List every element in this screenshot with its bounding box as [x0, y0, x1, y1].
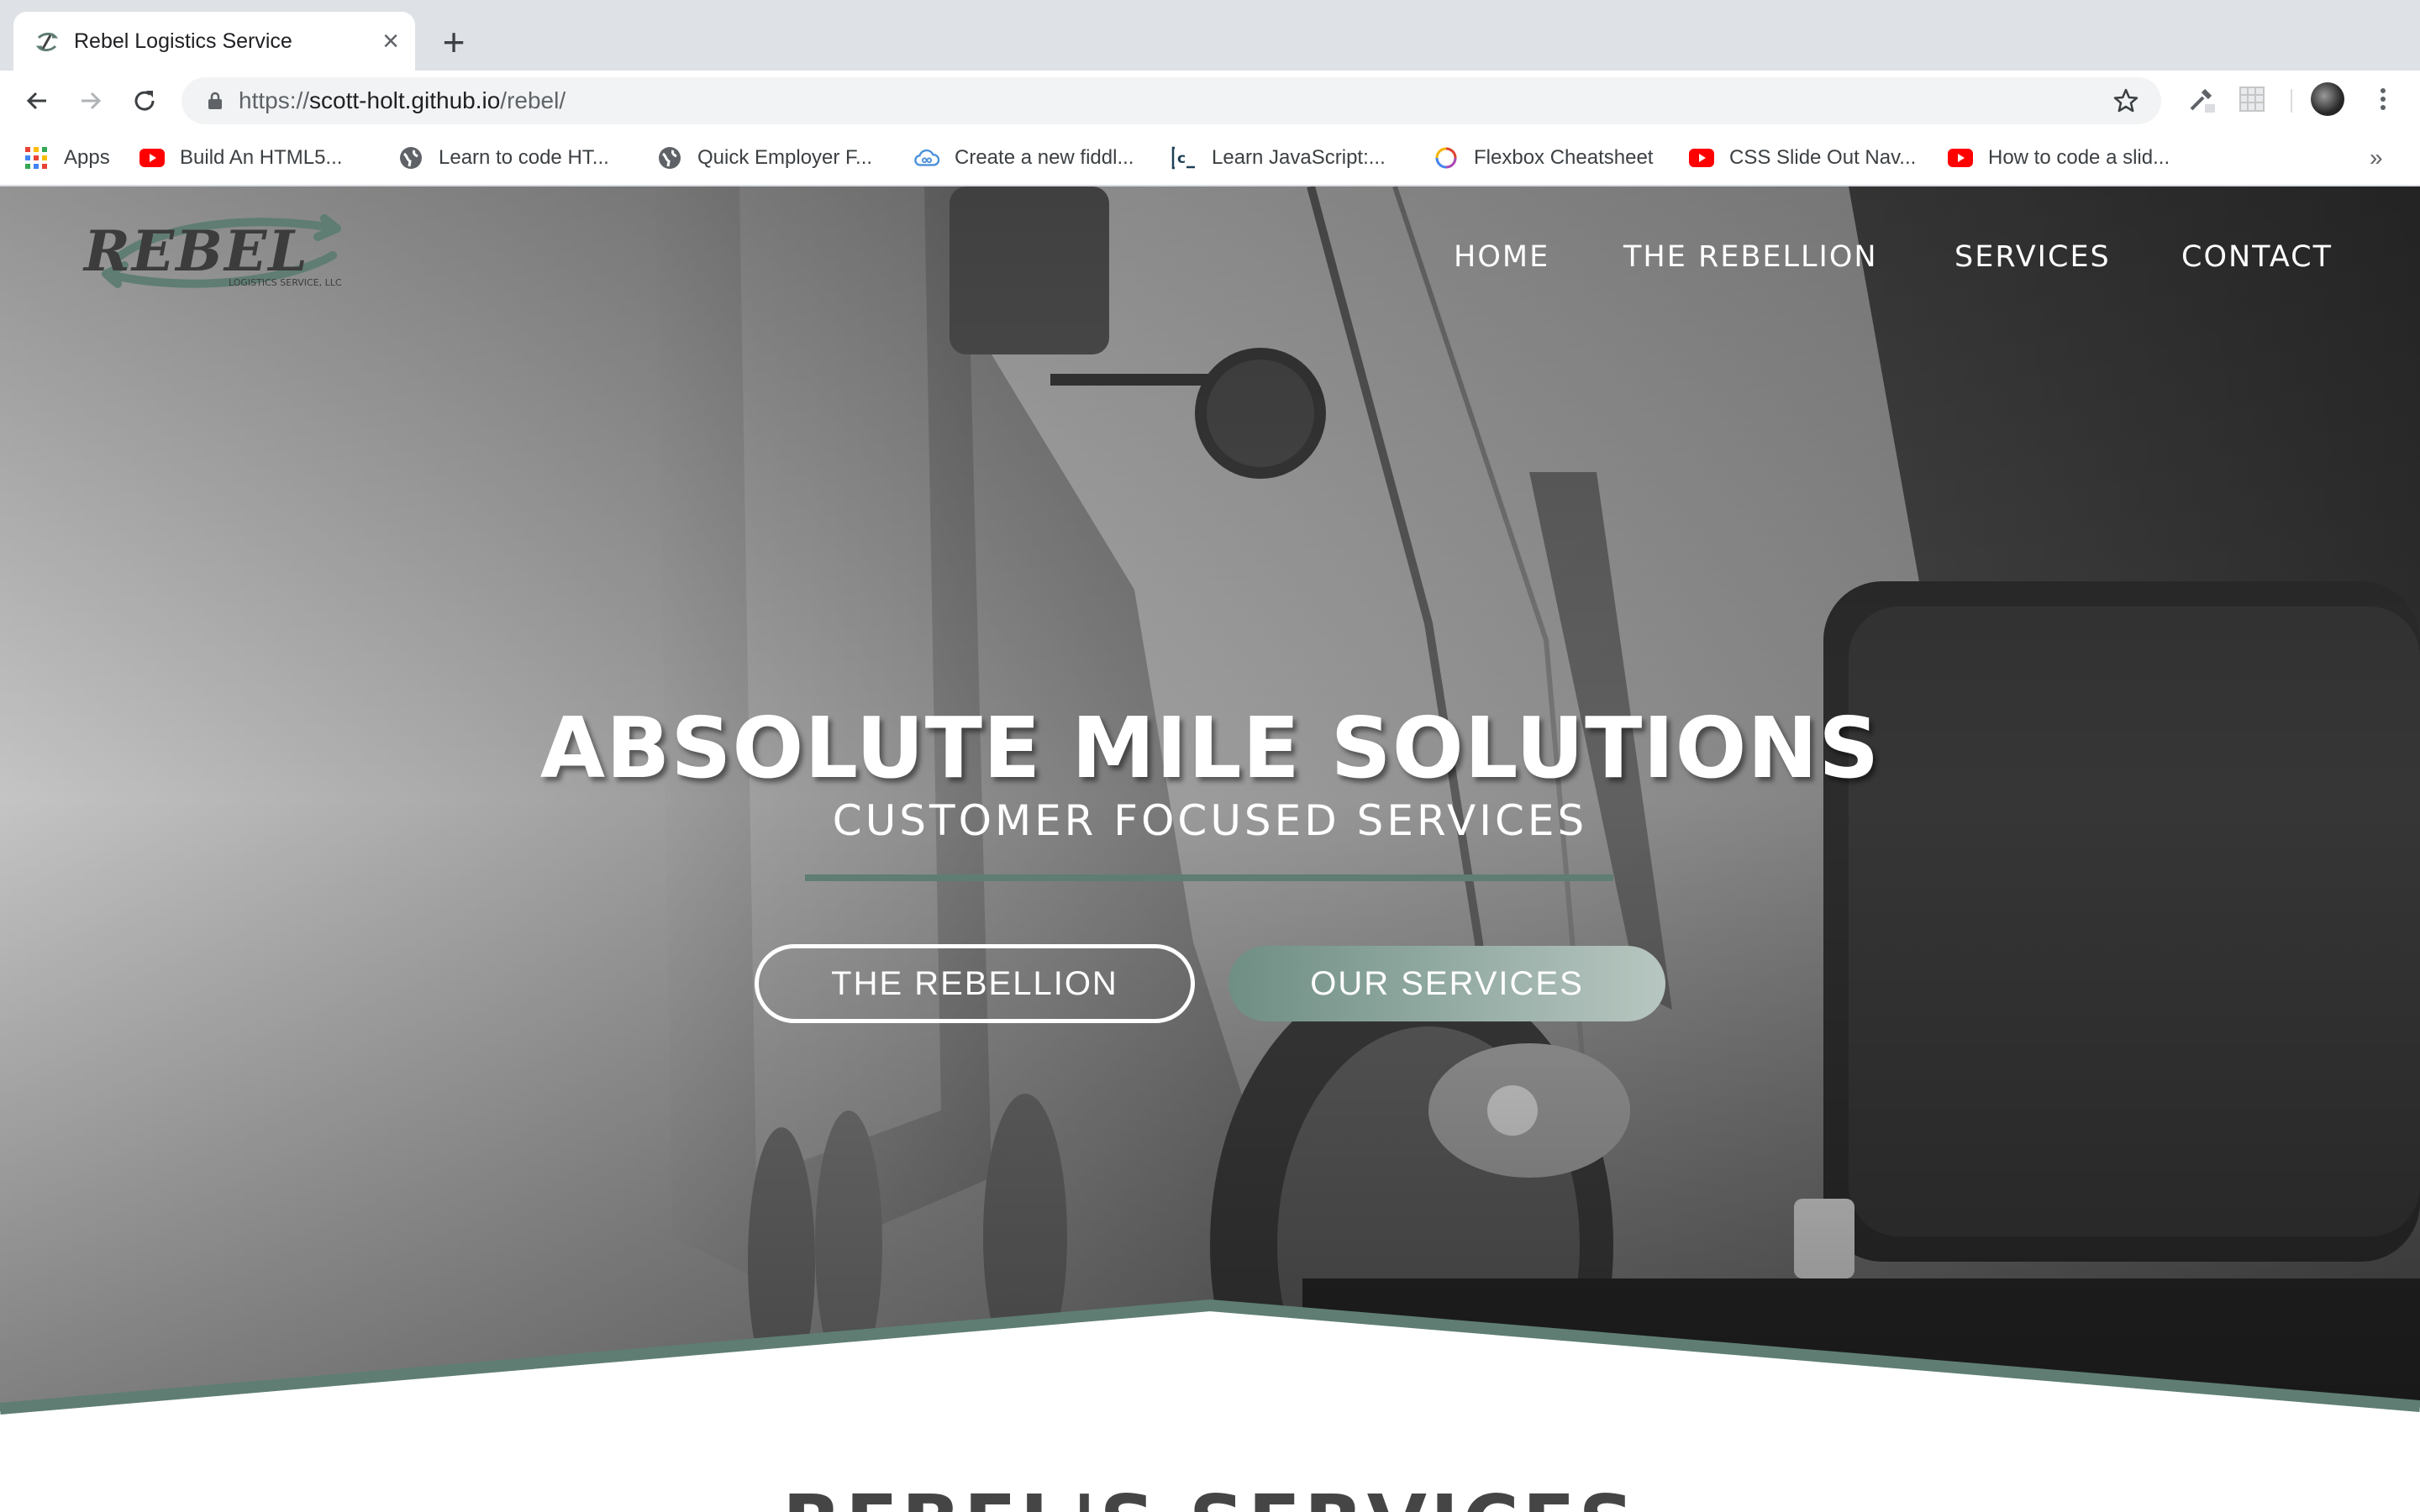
bookmark-quick-employer[interactable]: Quick Employer F...	[657, 143, 872, 173]
profile-avatar[interactable]	[2311, 82, 2344, 116]
bookmark-jsfiddle[interactable]: Create a new fiddl...	[914, 143, 1134, 173]
hero-subhead: CUSTOMER FOCUSED SERVICES	[832, 796, 1588, 845]
services-section-title: REBEL'S SERVICES	[0, 1478, 2420, 1512]
tab-title: Rebel Logistics Service	[74, 29, 292, 53]
bookmark-learn-to-code[interactable]: Learn to code HT...	[398, 143, 609, 173]
nav-contact[interactable]: CONTACT	[2181, 240, 2333, 274]
close-tab-icon[interactable]: ×	[376, 27, 405, 55]
nav-services[interactable]: SERVICES	[1954, 240, 2111, 274]
youtube-icon	[1689, 145, 1714, 171]
browser-toolbar: https://scott-holt.github.io/rebel/	[0, 71, 2420, 131]
globe-icon	[398, 145, 424, 171]
bookmark-flexbox-cheatsheet[interactable]: Flexbox Cheatsheet	[1434, 143, 1653, 173]
logo-tagline: LOGISTICS SERVICE, LLC	[229, 277, 342, 288]
codecademy-icon: c	[1171, 145, 1197, 171]
forward-icon[interactable]	[72, 82, 109, 119]
our-services-button[interactable]: OUR SERVICES	[1228, 946, 1665, 1021]
bookmark-learn-javascript[interactable]: c Learn JavaScript:...	[1171, 143, 1386, 173]
the-rebellion-button[interactable]: THE REBELLION	[755, 944, 1195, 1023]
youtube-icon	[1948, 145, 1973, 171]
bookmark-label: Apps	[64, 146, 110, 169]
bookmark-apps[interactable]: Apps	[24, 143, 110, 173]
bookmark-label: Create a new fiddl...	[955, 146, 1134, 169]
bookmark-label: Learn to code HT...	[439, 146, 609, 169]
bookmark-label: Learn JavaScript:...	[1212, 146, 1386, 169]
web-page: REBEL LOGISTICS SERVICE, LLC HOME THE RE…	[0, 186, 2420, 1512]
bookmark-css-slide-out-nav[interactable]: CSS Slide Out Nav...	[1689, 143, 1916, 173]
globe-icon	[657, 145, 682, 171]
bookmark-label: CSS Slide Out Nav...	[1729, 146, 1917, 169]
bookmark-label: How to code a slid...	[1988, 146, 2170, 169]
grid-extension-icon[interactable]	[2237, 84, 2267, 114]
browser-menu-icon[interactable]	[2375, 84, 2391, 114]
hero-section: REBEL LOGISTICS SERVICE, LLC HOME THE RE…	[0, 186, 2420, 1413]
bookmark-build-html5[interactable]: Build An HTML5...	[139, 143, 342, 173]
back-icon[interactable]	[18, 82, 55, 119]
bookmark-how-to-code-slider[interactable]: How to code a slid...	[1948, 143, 2170, 173]
bookmark-label: Flexbox Cheatsheet	[1474, 146, 1654, 169]
cloud-icon	[914, 145, 939, 171]
bookmark-label: Quick Employer F...	[697, 146, 873, 169]
url-text: https://scott-holt.github.io/rebel/	[239, 87, 566, 113]
youtube-icon	[139, 145, 165, 171]
logo-wordmark: REBEL	[82, 218, 309, 284]
lock-icon	[208, 92, 222, 109]
hero-headline: ABSOLUTE MILE SOLUTIONS	[539, 699, 1881, 797]
more-bookmarks-chevron-icon[interactable]: »	[2370, 144, 2383, 171]
tab-strip: Rebel Logistics Service × +	[0, 0, 2420, 71]
hero-divider	[805, 874, 1613, 881]
bookmark-star-icon[interactable]	[2112, 87, 2139, 114]
toolbar-separator	[2291, 89, 2292, 113]
reload-icon[interactable]	[126, 82, 163, 119]
apps-grid-icon	[24, 145, 49, 171]
address-bar[interactable]: https://scott-holt.github.io/rebel/	[182, 77, 2161, 124]
nav-home[interactable]: HOME	[1454, 240, 1549, 274]
eyedropper-extension-icon[interactable]	[2186, 84, 2217, 114]
rainbow-circle-icon	[1434, 145, 1459, 171]
bookmarks-bar: Apps Build An HTML5... Learn to code HT.…	[0, 131, 2420, 186]
rebel-logo[interactable]: REBEL LOGISTICS SERVICE, LLC	[81, 208, 366, 296]
nav-the-rebellion[interactable]: THE REBELLION	[1623, 240, 1878, 274]
bookmark-label: Build An HTML5...	[180, 146, 343, 169]
new-tab-icon[interactable]: +	[435, 23, 472, 61]
rebel-favicon-icon	[35, 32, 59, 52]
browser-tab[interactable]: Rebel Logistics Service ×	[13, 12, 415, 71]
svg-text:c: c	[1177, 150, 1186, 167]
